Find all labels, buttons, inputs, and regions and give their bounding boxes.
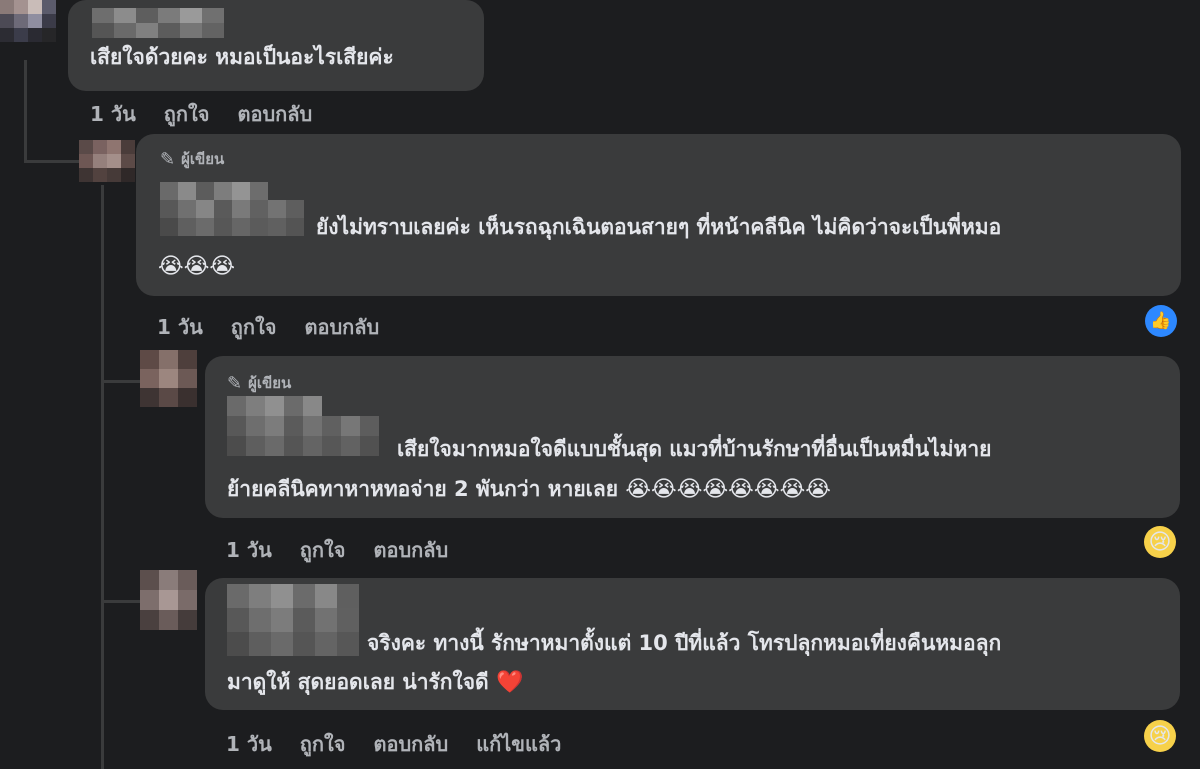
comment-text: มาดูให้ สุดยอดเลย น่ารักใจดี ❤️ xyxy=(227,659,523,706)
like-button[interactable]: ถูกใจ xyxy=(231,311,277,343)
reply-button[interactable]: ตอบกลับ xyxy=(373,534,448,566)
comment-actions: 1 วัน ถูกใจ ตอบกลับ xyxy=(90,98,312,130)
comment-text: ย้ายคลีนิคทาหาหทอจ่าย 2 พันกว่า หายเลย 😭… xyxy=(227,466,831,513)
comment-actions: 1 วัน ถูกใจ ตอบกลับ แก้ไขแล้ว xyxy=(226,728,561,760)
like-button[interactable]: ถูกใจ xyxy=(300,728,346,760)
edited-label: แก้ไขแล้ว xyxy=(476,732,562,756)
like-reaction-icon[interactable]: 👍 xyxy=(1145,305,1177,337)
timestamp[interactable]: 1 วัน xyxy=(157,311,203,343)
comment-emojis: 😭😭😭😭😭😭😭😭 xyxy=(625,477,831,502)
pencil-icon: ✎ xyxy=(160,148,176,170)
reply-button[interactable]: ตอบกลับ xyxy=(373,728,448,760)
timestamp[interactable]: 1 วัน xyxy=(226,728,272,760)
comment-actions: 1 วัน ถูกใจ ตอบกลับ xyxy=(157,311,379,343)
pencil-icon: ✎ xyxy=(227,372,243,394)
sad-face-icon: 😢 xyxy=(1148,529,1172,555)
avatar[interactable] xyxy=(0,0,56,42)
comment-bubble: ✎ ผู้เขียน ยังไม่ทราบเลยค่ะ เห็นรถฉุกเฉิ… xyxy=(136,134,1181,296)
author-badge-label: ผู้เขียน xyxy=(181,150,225,168)
like-button[interactable]: ถูกใจ xyxy=(164,98,210,130)
comment-text-line: ย้ายคลีนิคทาหาหทอจ่าย 2 พันกว่า หายเลย xyxy=(227,477,619,501)
comment-text-line: มาดูให้ สุดยอดเลย น่ารักใจดี xyxy=(227,670,489,694)
sad-face-icon: 😢 xyxy=(1148,723,1172,749)
thread-line xyxy=(24,160,80,163)
reply-button[interactable]: ตอบกลับ xyxy=(237,98,312,130)
comment-thread: เสียใจด้วยคะ หมอเป็นอะไรเสียค่ะ 1 วัน ถู… xyxy=(0,0,1200,769)
sad-reaction-icon[interactable]: 😢 xyxy=(1144,526,1176,558)
author-badge-label: ผู้เขียน xyxy=(248,374,292,392)
comment-text: เสียใจด้วยคะ หมอเป็นอะไรเสียค่ะ xyxy=(90,45,394,69)
sad-reaction-icon[interactable]: 😢 xyxy=(1144,720,1176,752)
like-button[interactable]: ถูกใจ xyxy=(300,534,346,566)
author-name-censored[interactable] xyxy=(227,396,383,456)
author-badge: ✎ ผู้เขียน xyxy=(160,147,224,171)
timestamp[interactable]: 1 วัน xyxy=(226,534,272,566)
heart-icon: ❤️ xyxy=(496,670,524,695)
thread-line xyxy=(101,185,104,769)
reply-button[interactable]: ตอบกลับ xyxy=(304,311,379,343)
thumbs-up-icon: 👍 xyxy=(1150,311,1172,331)
comment-bubble: เสียใจด้วยคะ หมอเป็นอะไรเสียค่ะ xyxy=(68,0,484,91)
comment-text: ยังไม่ทราบเลยค่ะ เห็นรถฉุกเฉินตอนสายๆ ที… xyxy=(316,215,1002,239)
comment-actions: 1 วัน ถูกใจ ตอบกลับ xyxy=(226,534,448,566)
avatar[interactable] xyxy=(140,570,197,630)
author-badge: ✎ ผู้เขียน xyxy=(227,371,291,395)
thread-line xyxy=(24,60,27,163)
comment-bubble: จริงคะ ทางนี้ รักษาหมาตั้งแต่ 10 ปีที่แล… xyxy=(205,578,1180,710)
author-name-censored[interactable] xyxy=(160,182,304,236)
author-name-censored[interactable] xyxy=(227,584,359,656)
avatar[interactable] xyxy=(140,350,197,408)
comment-bubble: ✎ ผู้เขียน เสียใจมากหมอใจดีแบบชั้นสุด แม… xyxy=(205,356,1180,518)
comment-emojis: 😭😭😭 xyxy=(158,254,236,279)
timestamp[interactable]: 1 วัน xyxy=(90,98,136,130)
avatar[interactable] xyxy=(79,140,135,184)
